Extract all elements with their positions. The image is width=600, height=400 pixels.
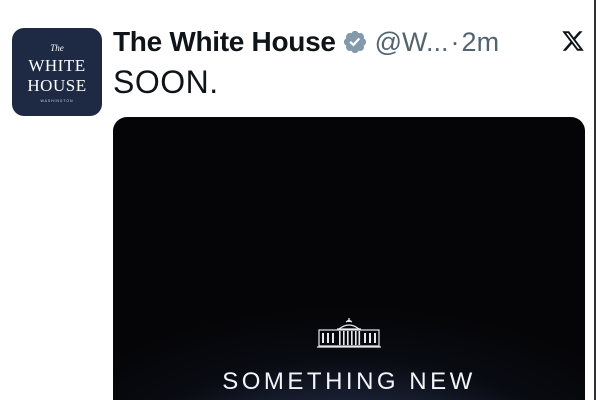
avatar-logo-line: WASHINGTON [40, 99, 74, 103]
post-view: The WHITE HOUSE WASHINGTON The White Hou… [0, 0, 600, 400]
separator-dot: · [450, 26, 460, 57]
white-house-building-icon [317, 318, 381, 348]
avatar-logo-line: HOUSE [27, 76, 87, 95]
avatar-logo-line: The [50, 43, 64, 53]
post-media[interactable]: SOMETHING NEW [113, 117, 585, 400]
author-display-name[interactable]: The White House [113, 26, 336, 58]
avatar[interactable]: The WHITE HOUSE WASHINGTON [12, 28, 102, 116]
media-caption-text: SOMETHING NEW [222, 368, 476, 395]
x-logo-icon[interactable] [561, 29, 585, 53]
post-header: The White House @W... · 2m [113, 26, 500, 58]
post-timestamp[interactable]: 2m [462, 27, 500, 58]
author-handle[interactable]: @W... [375, 27, 449, 58]
avatar-logo-line: WHITE [28, 56, 86, 75]
post-text: SOON. [113, 64, 219, 100]
verified-badge-icon [343, 30, 366, 54]
edge-divider [594, 0, 596, 400]
